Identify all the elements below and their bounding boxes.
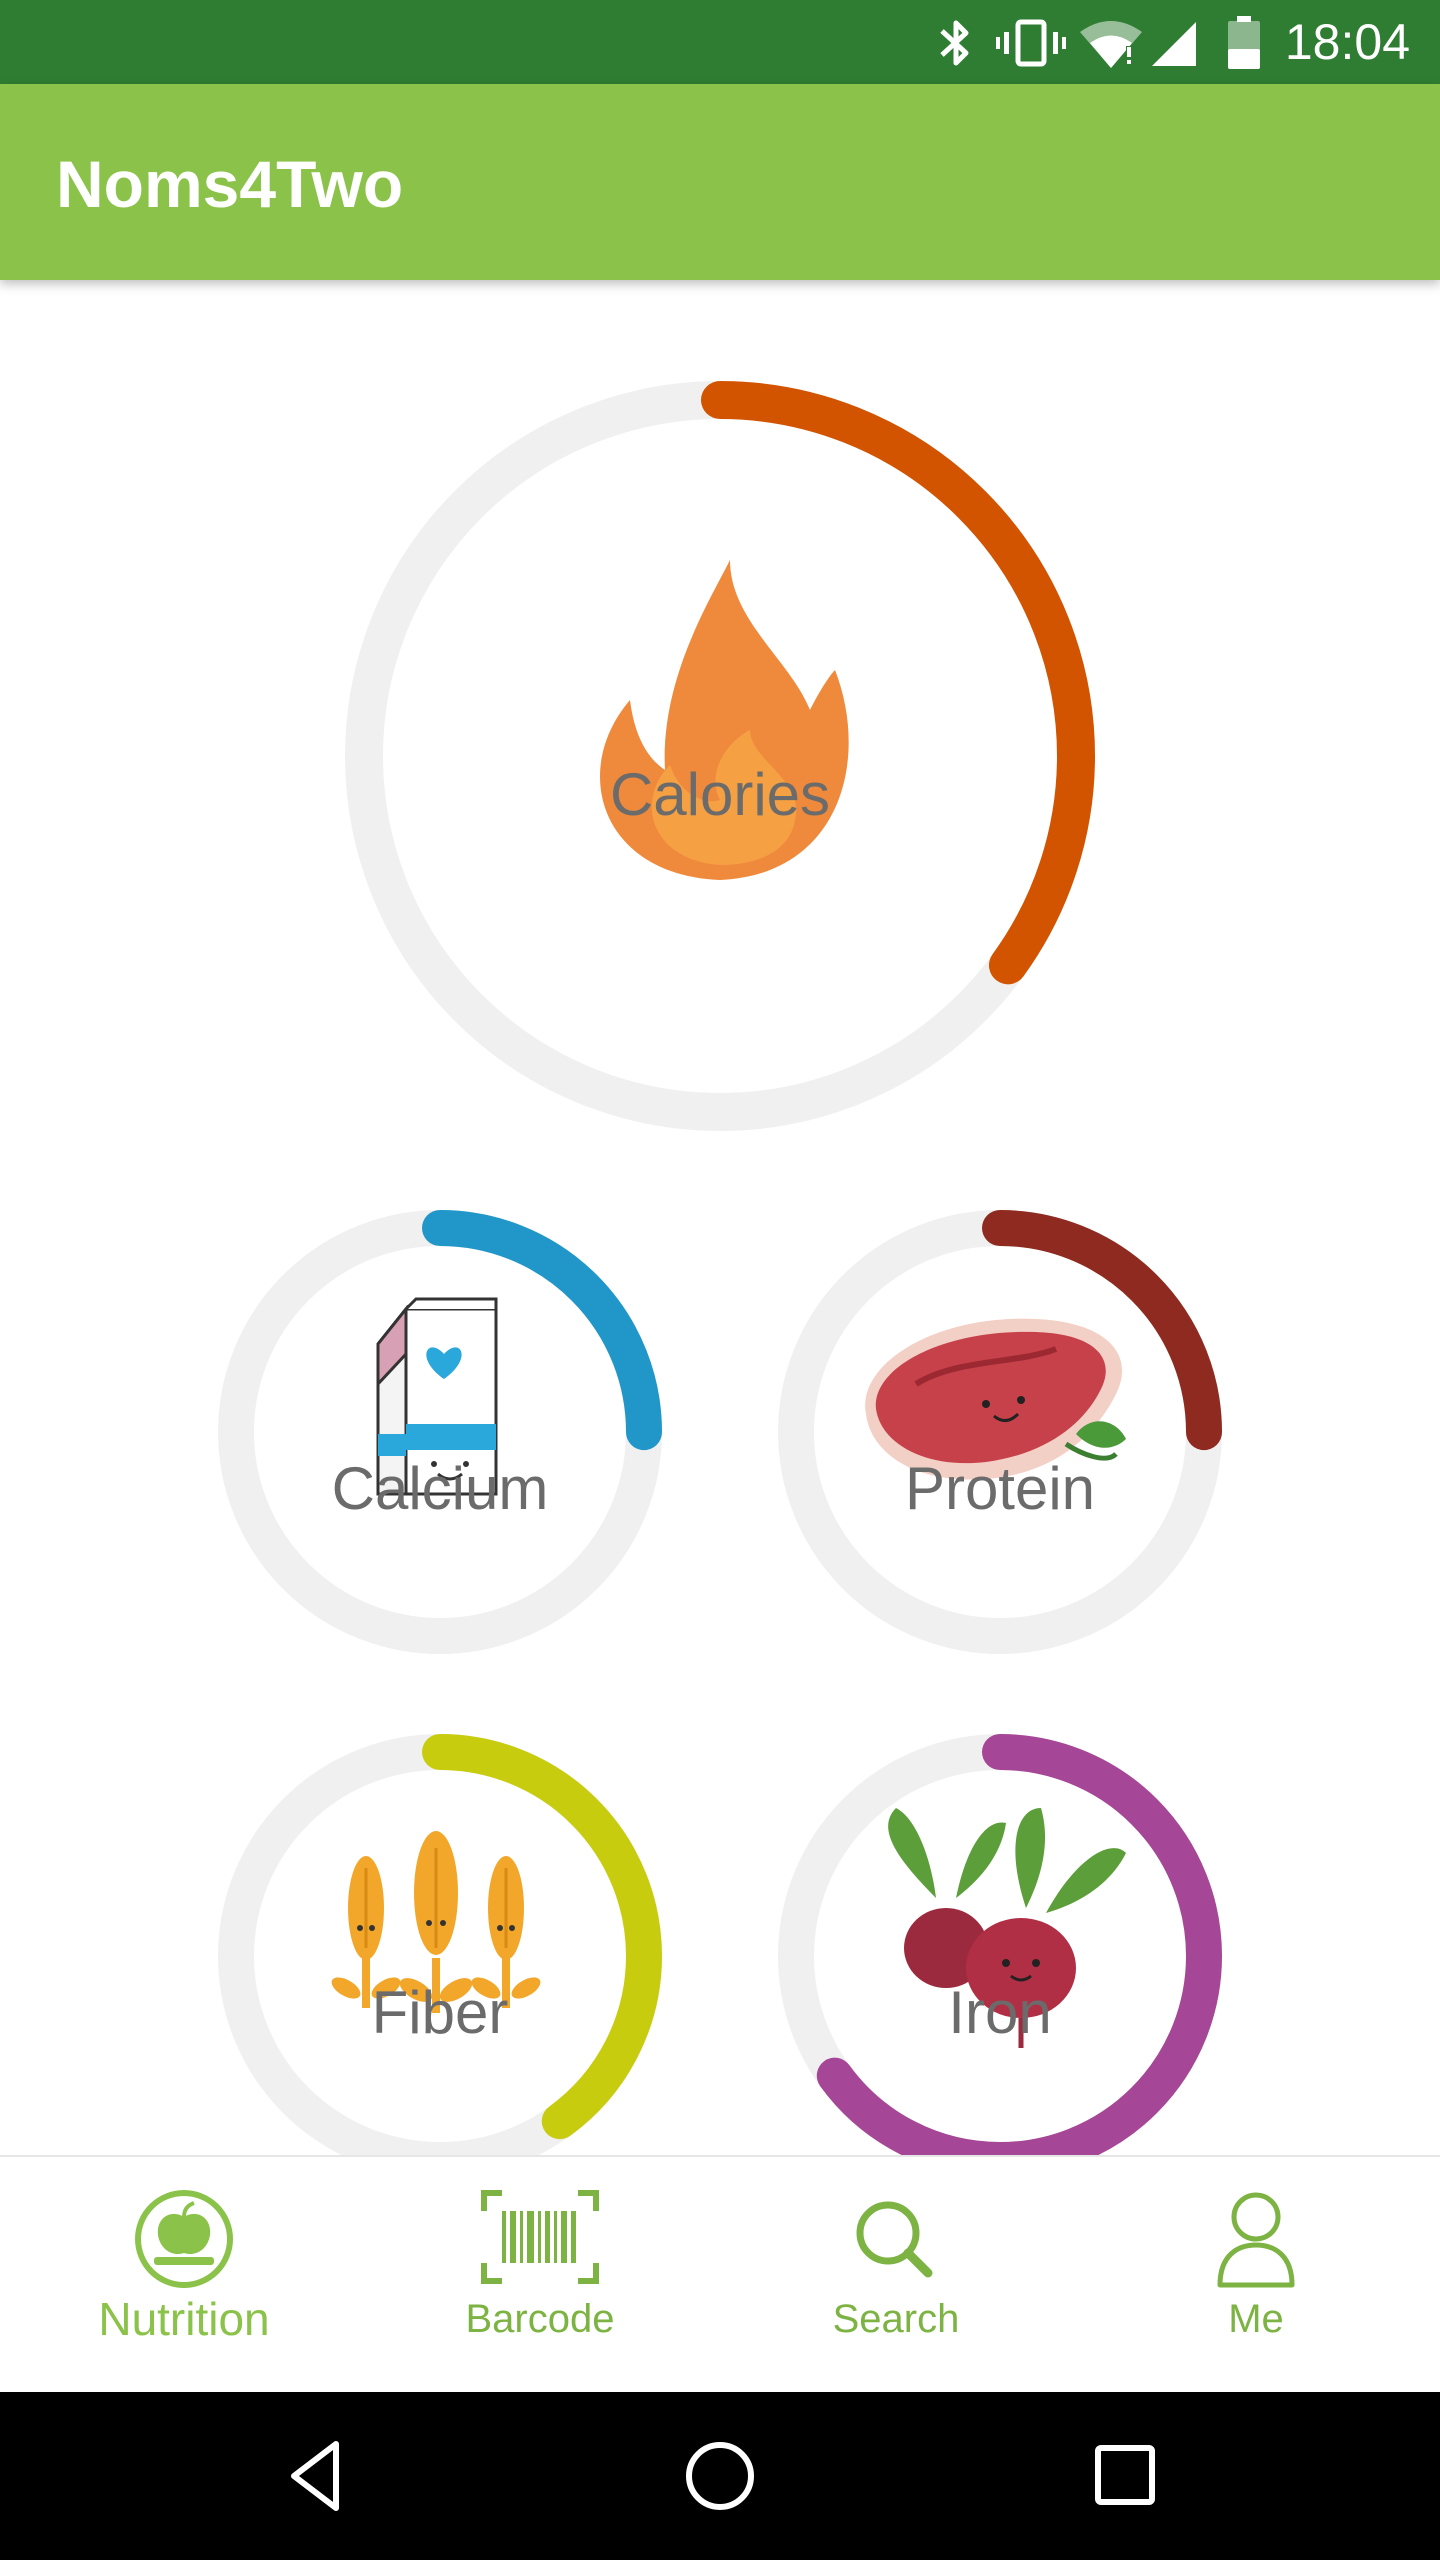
calcium-label: Calcium: [331, 1455, 549, 1522]
barcode-icon: [481, 2190, 599, 2284]
calcium-ring[interactable]: Calcium: [212, 1204, 668, 1660]
nav-me-label: Me: [1228, 2297, 1284, 2341]
protein-label: Protein: [904, 1455, 1096, 1522]
bottom-navigation: Nutrition Barcode Search Me: [0, 2155, 1440, 2394]
person-icon: [1217, 2192, 1295, 2288]
nav-search-label: Search: [832, 2297, 960, 2341]
recents-icon[interactable]: [1090, 2436, 1160, 2516]
battery-icon: [1228, 16, 1260, 69]
iron-ring[interactable]: Iron: [772, 1728, 1228, 2155]
flame-icon: [600, 560, 849, 880]
nav-search[interactable]: Search: [716, 2157, 1076, 2394]
bluetooth-icon: [940, 20, 969, 66]
back-icon[interactable]: [286, 2436, 346, 2516]
wifi-icon: [1080, 21, 1142, 68]
nav-nutrition-label: Nutrition: [98, 2293, 270, 2345]
protein-ring[interactable]: Protein: [772, 1204, 1228, 1660]
calories-label: Calories: [609, 761, 831, 828]
fiber-ring[interactable]: Fiber: [212, 1728, 668, 2155]
nutrition-dashboard: Calories Calcium Protein Fiber Iron: [0, 280, 1440, 2155]
nav-me[interactable]: Me: [1076, 2157, 1436, 2394]
cell-signal-icon: [1152, 22, 1196, 66]
nav-nutrition[interactable]: Nutrition: [4, 2157, 364, 2394]
system-navigation-bar: [0, 2392, 1440, 2560]
app-title: Noms4Two: [56, 147, 404, 221]
status-time: 18:04: [1284, 14, 1410, 70]
nav-barcode-label: Barcode: [465, 2297, 615, 2341]
app-bar: Noms4Two: [0, 84, 1440, 280]
search-icon: [856, 2201, 933, 2278]
nav-barcode[interactable]: Barcode: [360, 2157, 720, 2394]
status-bar: 18:04: [0, 0, 1440, 84]
calories-ring[interactable]: Calories: [344, 380, 1096, 1132]
iron-label: Iron: [948, 1979, 1052, 2046]
fiber-label: Fiber: [371, 1979, 509, 2046]
apple-scale-icon: [135, 2190, 233, 2288]
vibrate-icon: [996, 19, 1066, 67]
home-icon[interactable]: [680, 2436, 760, 2516]
